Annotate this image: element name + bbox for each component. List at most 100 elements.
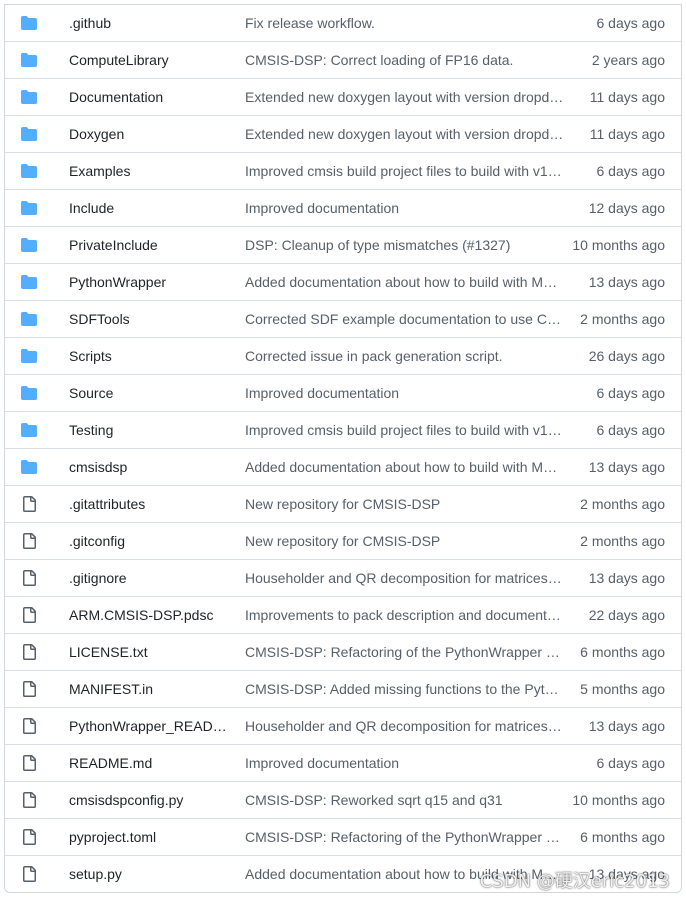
folder-icon (21, 52, 37, 68)
commit-age: 26 days ago (588, 348, 665, 364)
folder-row[interactable]: ComputeLibrary CMSIS-DSP: Correct loading… (5, 41, 681, 78)
commit-age: 22 days ago (588, 607, 665, 623)
file-name-link[interactable]: setup.py (69, 866, 229, 882)
file-icon (21, 570, 37, 586)
commit-age: 10 months ago (572, 237, 665, 253)
commit-message-link[interactable]: Improved cmsis build project files to bu… (245, 163, 565, 179)
commit-message-link[interactable]: Corrected SDF example documentation to u… (245, 311, 565, 327)
commit-message-link[interactable]: Added documentation about how to build w… (245, 459, 565, 475)
folder-name-link[interactable]: Examples (69, 163, 229, 179)
commit-age: 2 months ago (580, 496, 665, 512)
folder-name-link[interactable]: PythonWrapper (69, 274, 229, 290)
folder-row[interactable]: .github Fix release workflow. 6 days ago (5, 5, 681, 41)
commit-message-link[interactable]: Householder and QR decomposition for mat… (245, 718, 565, 734)
commit-age: 11 days ago (589, 126, 665, 142)
folder-name-link[interactable]: ComputeLibrary (69, 52, 229, 68)
commit-message-link[interactable]: Improvements to pack description and doc… (245, 607, 565, 623)
file-icon (21, 496, 37, 512)
folder-icon (21, 422, 37, 438)
commit-message-link[interactable]: CMSIS-DSP: Correct loading of FP16 data. (245, 52, 565, 68)
file-icon (21, 792, 37, 808)
commit-message-link[interactable]: Extended new doxygen layout with version… (245, 89, 565, 105)
folder-row[interactable]: Testing Improved cmsis build project file… (5, 411, 681, 448)
folder-name-link[interactable]: .github (69, 15, 229, 31)
commit-message-link[interactable]: Improved documentation (245, 755, 565, 771)
file-icon (21, 644, 37, 660)
file-row[interactable]: .gitattributes New repository for CMSIS-D… (5, 485, 681, 522)
file-row[interactable]: cmsisdspconfig.py CMSIS-DSP: Reworked sqr… (5, 781, 681, 818)
commit-age: 11 days ago (589, 89, 665, 105)
commit-age: 13 days ago (588, 718, 665, 734)
commit-age: 6 days ago (596, 15, 666, 31)
folder-icon (21, 237, 37, 253)
commit-message-link[interactable]: CMSIS-DSP: Added missing functions to th… (245, 681, 565, 697)
commit-message-link[interactable]: Corrected issue in pack generation scrip… (245, 348, 565, 364)
file-row[interactable]: setup.py Added documentation about how to… (5, 855, 681, 892)
commit-message-link[interactable]: CMSIS-DSP: Reworked sqrt q15 and q31 (245, 792, 565, 808)
folder-name-link[interactable]: Source (69, 385, 229, 401)
folder-row[interactable]: cmsisdsp Added documentation about how to… (5, 448, 681, 485)
folder-name-link[interactable]: Testing (69, 422, 229, 438)
commit-message-link[interactable]: Householder and QR decomposition for mat… (245, 570, 565, 586)
folder-icon (21, 15, 37, 31)
folder-row[interactable]: Examples Improved cmsis build project fil… (5, 152, 681, 189)
folder-name-link[interactable]: SDFTools (69, 311, 229, 327)
folder-row[interactable]: Documentation Extended new doxygen layout… (5, 78, 681, 115)
folder-name-link[interactable]: Include (69, 200, 229, 216)
commit-message-link[interactable]: CMSIS-DSP: Refactoring of the PythonWrap… (245, 644, 565, 660)
folder-name-link[interactable]: Documentation (69, 89, 229, 105)
commit-age: 2 months ago (580, 311, 665, 327)
commit-age: 6 days ago (596, 163, 666, 179)
file-name-link[interactable]: pyproject.toml (69, 829, 229, 845)
commit-age: 13 days ago (588, 459, 665, 475)
commit-message-link[interactable]: Improved documentation (245, 385, 565, 401)
file-row[interactable]: ARM.CMSIS-DSP.pdsc Improvements to pack d… (5, 596, 681, 633)
folder-row[interactable]: Doxygen Extended new doxygen layout with … (5, 115, 681, 152)
commit-message-link[interactable]: Improved cmsis build project files to bu… (245, 422, 565, 438)
commit-age: 5 months ago (580, 681, 665, 697)
commit-message-link[interactable]: New repository for CMSIS-DSP (245, 533, 565, 549)
commit-age: 10 months ago (572, 792, 665, 808)
file-row[interactable]: LICENSE.txt CMSIS-DSP: Refactoring of the… (5, 633, 681, 670)
commit-message-link[interactable]: Improved documentation (245, 200, 565, 216)
folder-row[interactable]: PythonWrapper Added documentation about h… (5, 263, 681, 300)
folder-row[interactable]: Source Improved documentation 6 days ago (5, 374, 681, 411)
folder-icon (21, 200, 37, 216)
file-row[interactable]: README.md Improved documentation 6 days ag… (5, 744, 681, 781)
commit-message-link[interactable]: New repository for CMSIS-DSP (245, 496, 565, 512)
file-name-link[interactable]: LICENSE.txt (69, 644, 229, 660)
file-name-link[interactable]: .gitattributes (69, 496, 229, 512)
commit-message-link[interactable]: Extended new doxygen layout with version… (245, 126, 565, 142)
commit-age: 12 days ago (588, 200, 665, 216)
file-name-link[interactable]: .gitignore (69, 570, 229, 586)
file-name-link[interactable]: ARM.CMSIS-DSP.pdsc (69, 607, 229, 623)
file-row[interactable]: PythonWrapper_READ… Householder and QR de… (5, 707, 681, 744)
file-icon (21, 866, 37, 882)
folder-row[interactable]: SDFTools Corrected SDF example documentat… (5, 300, 681, 337)
file-icon (21, 533, 37, 549)
commit-message-link[interactable]: Added documentation about how to build w… (245, 866, 565, 882)
commit-message-link[interactable]: CMSIS-DSP: Refactoring of the PythonWrap… (245, 829, 565, 845)
file-row[interactable]: .gitignore Householder and QR decompositi… (5, 559, 681, 596)
commit-message-link[interactable]: Fix release workflow. (245, 15, 565, 31)
commit-message-link[interactable]: Added documentation about how to build w… (245, 274, 565, 290)
folder-name-link[interactable]: PrivateInclude (69, 237, 229, 253)
commit-message-link[interactable]: DSP: Cleanup of type mismatches (#1327) (245, 237, 565, 253)
folder-row[interactable]: Scripts Corrected issue in pack generatio… (5, 337, 681, 374)
file-name-link[interactable]: MANIFEST.in (69, 681, 229, 697)
file-name-link[interactable]: PythonWrapper_READ… (69, 718, 229, 734)
file-row[interactable]: .gitconfig New repository for CMSIS-DSP 2 … (5, 522, 681, 559)
commit-age: 6 days ago (596, 422, 666, 438)
commit-age: 6 days ago (596, 385, 666, 401)
folder-name-link[interactable]: cmsisdsp (69, 459, 229, 475)
folder-name-link[interactable]: Doxygen (69, 126, 229, 142)
folder-row[interactable]: PrivateInclude DSP: Cleanup of type misma… (5, 226, 681, 263)
file-name-link[interactable]: .gitconfig (69, 533, 229, 549)
folder-icon (21, 126, 37, 142)
file-row[interactable]: MANIFEST.in CMSIS-DSP: Added missing func… (5, 670, 681, 707)
file-name-link[interactable]: README.md (69, 755, 229, 771)
folder-row[interactable]: Include Improved documentation 12 days ago (5, 189, 681, 226)
folder-name-link[interactable]: Scripts (69, 348, 229, 364)
file-name-link[interactable]: cmsisdspconfig.py (69, 792, 229, 808)
file-row[interactable]: pyproject.toml CMSIS-DSP: Refactoring of … (5, 818, 681, 855)
